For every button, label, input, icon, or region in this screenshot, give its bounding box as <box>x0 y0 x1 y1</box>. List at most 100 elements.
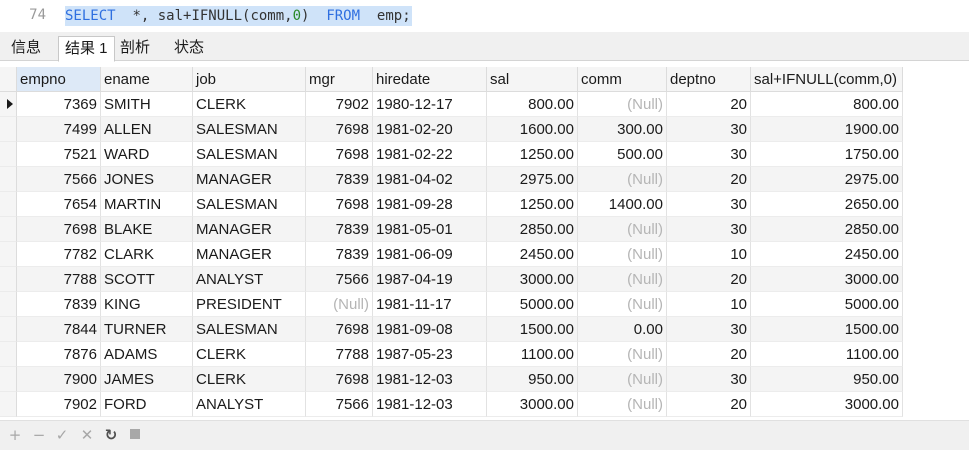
cell-total[interactable]: 2975.00 <box>751 167 903 192</box>
cell-total[interactable]: 2650.00 <box>751 192 903 217</box>
cell-ename[interactable]: MARTIN <box>101 192 193 217</box>
table-row[interactable]: 7369 SMITH CLERK 7902 1980-12-17 800.00 (Null)… <box>0 92 903 117</box>
cell-sal[interactable]: 3000.00 <box>487 392 578 417</box>
cell-mgr[interactable]: 7839 <box>306 167 373 192</box>
row-header[interactable] <box>0 192 17 217</box>
cell-job[interactable]: MANAGER <box>193 167 306 192</box>
table-row[interactable]: 7499 ALLEN SALESMAN 7698 1981-02-20 1600.00 30… <box>0 117 903 142</box>
cell-hiredate[interactable]: 1981-06-09 <box>373 242 487 267</box>
cell-ename[interactable]: TURNER <box>101 317 193 342</box>
column-header-sal[interactable]: sal <box>487 67 578 92</box>
cell-deptno[interactable]: 10 <box>667 292 751 317</box>
table-row[interactable]: 7876 ADAMS CLERK 7788 1987-05-23 1100.00 (Null… <box>0 342 903 367</box>
cell-total[interactable]: 5000.00 <box>751 292 903 317</box>
tab-result-1[interactable]: 结果 1 <box>58 36 115 62</box>
cell-sal[interactable]: 2975.00 <box>487 167 578 192</box>
row-header[interactable] <box>0 367 17 392</box>
cell-sal[interactable]: 1600.00 <box>487 117 578 142</box>
column-header-empno[interactable]: empno <box>17 67 101 92</box>
cell-ename[interactable]: CLARK <box>101 242 193 267</box>
sql-editor[interactable]: 73 74 SELECT *, sal+IFNULL(comm,0) FROM … <box>0 0 969 32</box>
cell-empno[interactable]: 7900 <box>17 367 101 392</box>
cell-job[interactable]: MANAGER <box>193 217 306 242</box>
cell-empno[interactable]: 7654 <box>17 192 101 217</box>
cell-empno[interactable]: 7844 <box>17 317 101 342</box>
cell-job[interactable]: SALESMAN <box>193 317 306 342</box>
cell-job[interactable]: ANALYST <box>193 392 306 417</box>
cell-sal[interactable]: 2850.00 <box>487 217 578 242</box>
cell-mgr[interactable]: 7698 <box>306 192 373 217</box>
cell-deptno[interactable]: 20 <box>667 342 751 367</box>
cell-mgr[interactable]: 7698 <box>306 117 373 142</box>
cell-sal[interactable]: 3000.00 <box>487 267 578 292</box>
cell-sal[interactable]: 5000.00 <box>487 292 578 317</box>
cell-hiredate[interactable]: 1981-11-17 <box>373 292 487 317</box>
cell-job[interactable]: CLERK <box>193 92 306 117</box>
row-header[interactable] <box>0 317 17 342</box>
cell-mgr[interactable]: 7788 <box>306 342 373 367</box>
cell-deptno[interactable]: 20 <box>667 167 751 192</box>
refresh-icon[interactable]: ↻ <box>102 426 120 444</box>
table-row[interactable]: 7902 FORD ANALYST 7566 1981-12-03 3000.00 (Nul… <box>0 392 903 417</box>
cell-job[interactable]: PRESIDENT <box>193 292 306 317</box>
table-row[interactable]: 7839 KING PRESIDENT (Null) 1981-11-17 5000.00… <box>0 292 903 317</box>
cell-sal[interactable]: 800.00 <box>487 92 578 117</box>
cell-comm[interactable]: (Null) <box>578 392 667 417</box>
cell-ename[interactable]: ADAMS <box>101 342 193 367</box>
cell-ename[interactable]: BLAKE <box>101 217 193 242</box>
cell-job[interactable]: SALESMAN <box>193 117 306 142</box>
cell-sal[interactable]: 1250.00 <box>487 142 578 167</box>
cell-total[interactable]: 2450.00 <box>751 242 903 267</box>
row-header[interactable] <box>0 142 17 167</box>
tab-info[interactable]: 信息 <box>5 36 47 61</box>
column-header-ename[interactable]: ename <box>101 67 193 92</box>
cell-total[interactable]: 1500.00 <box>751 317 903 342</box>
cell-total[interactable]: 2850.00 <box>751 217 903 242</box>
cell-empno[interactable]: 7782 <box>17 242 101 267</box>
table-row[interactable]: 7521 WARD SALESMAN 7698 1981-02-22 1250.00 500… <box>0 142 903 167</box>
row-header[interactable] <box>0 342 17 367</box>
cell-comm[interactable]: (Null) <box>578 292 667 317</box>
cell-mgr[interactable]: 7566 <box>306 267 373 292</box>
cell-sal[interactable]: 1100.00 <box>487 342 578 367</box>
row-header[interactable] <box>0 392 17 417</box>
column-header-hiredate[interactable]: hiredate <box>373 67 487 92</box>
cell-empno[interactable]: 7698 <box>17 217 101 242</box>
cell-comm[interactable]: 1400.00 <box>578 192 667 217</box>
cell-total[interactable]: 1100.00 <box>751 342 903 367</box>
cell-empno[interactable]: 7839 <box>17 292 101 317</box>
cell-ename[interactable]: JONES <box>101 167 193 192</box>
cell-ename[interactable]: ALLEN <box>101 117 193 142</box>
cell-mgr[interactable]: 7839 <box>306 217 373 242</box>
cell-hiredate[interactable]: 1980-12-17 <box>373 92 487 117</box>
table-row[interactable]: 7844 TURNER SALESMAN 7698 1981-09-08 1500.00 0… <box>0 317 903 342</box>
stop-icon[interactable] <box>126 426 144 444</box>
cell-empno[interactable]: 7902 <box>17 392 101 417</box>
cell-job[interactable]: CLERK <box>193 367 306 392</box>
cell-comm[interactable]: (Null) <box>578 367 667 392</box>
cell-mgr[interactable]: 7839 <box>306 242 373 267</box>
cell-deptno[interactable]: 10 <box>667 242 751 267</box>
cell-comm[interactable]: (Null) <box>578 242 667 267</box>
cell-deptno[interactable]: 30 <box>667 317 751 342</box>
cell-comm[interactable]: 0.00 <box>578 317 667 342</box>
column-header-mgr[interactable]: mgr <box>306 67 373 92</box>
cell-sal[interactable]: 1250.00 <box>487 192 578 217</box>
cell-sal[interactable]: 2450.00 <box>487 242 578 267</box>
table-row[interactable]: 7782 CLARK MANAGER 7839 1981-06-09 2450.00 (Nu… <box>0 242 903 267</box>
cell-job[interactable]: SALESMAN <box>193 142 306 167</box>
column-header-comm[interactable]: comm <box>578 67 667 92</box>
cell-ename[interactable]: FORD <box>101 392 193 417</box>
cell-mgr[interactable]: 7698 <box>306 317 373 342</box>
cell-empno[interactable]: 7369 <box>17 92 101 117</box>
cell-deptno[interactable]: 30 <box>667 217 751 242</box>
column-header-job[interactable]: job <box>193 67 306 92</box>
cell-hiredate[interactable]: 1981-02-20 <box>373 117 487 142</box>
cell-comm[interactable]: (Null) <box>578 92 667 117</box>
cell-total[interactable]: 3000.00 <box>751 267 903 292</box>
row-header[interactable] <box>0 167 17 192</box>
cell-total[interactable]: 3000.00 <box>751 392 903 417</box>
cell-job[interactable]: CLERK <box>193 342 306 367</box>
cell-hiredate[interactable]: 1981-09-08 <box>373 317 487 342</box>
table-row[interactable]: 7654 MARTIN SALESMAN 7698 1981-09-28 1250.00 1… <box>0 192 903 217</box>
